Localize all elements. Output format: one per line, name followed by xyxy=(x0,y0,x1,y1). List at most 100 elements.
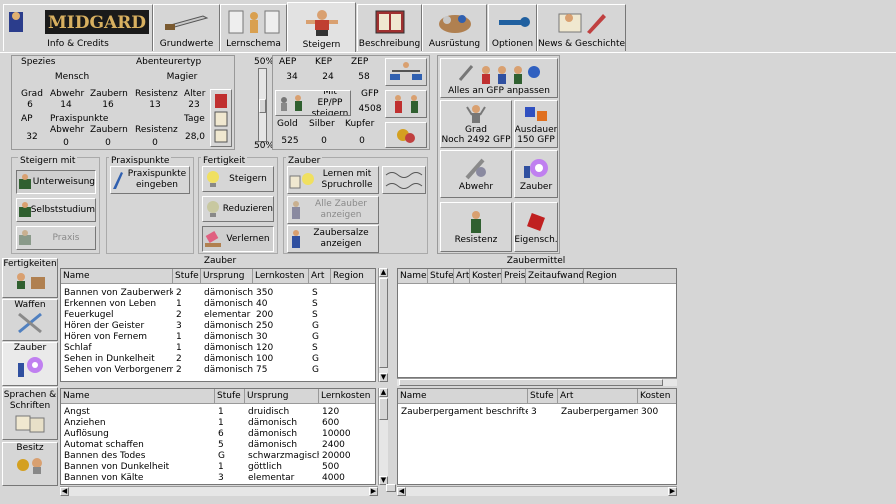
column-header[interactable]: Kosten xyxy=(638,389,676,404)
table-row[interactable]: Bannen des Todes Gschwarzmagisch 20000 xyxy=(61,451,375,462)
table-row[interactable]: Zauberpergament beschriften 3 Zauberpergam… xyxy=(398,407,676,418)
scroll-up-arrow[interactable]: ▲ xyxy=(379,388,388,397)
tab-lernschema[interactable]: Lernschema xyxy=(220,4,287,51)
slider-handle[interactable] xyxy=(259,99,266,113)
grad-button-line1: Grad xyxy=(465,125,487,135)
table-row[interactable]: Schlaf 1 dämonisch 120 S xyxy=(61,343,375,354)
abwehr-button[interactable]: Abwehr xyxy=(440,150,512,198)
column-header[interactable]: Region xyxy=(331,269,375,284)
table-row[interactable]: Sehen von Verborgenem 2 dämonisch 75 G xyxy=(61,365,375,376)
table-row[interactable]: Anziehen 1 dämonisch 600 xyxy=(61,418,375,429)
scroll-right-arrow[interactable]: ▶ xyxy=(668,487,677,496)
tab-beschreibung[interactable]: Beschreibung xyxy=(357,4,422,51)
resistenz-button[interactable]: Resistenz xyxy=(440,202,512,252)
column-header[interactable]: Ursprung xyxy=(201,269,253,284)
alles-anpassen-button[interactable]: Alles an GFP anpassen xyxy=(440,58,558,98)
alle-zauber-button[interactable]: Alle Zauber anzeigen xyxy=(287,196,379,224)
scroll-thumb[interactable] xyxy=(379,398,388,420)
column-header[interactable]: Stufe xyxy=(173,269,201,284)
sidebar-item-zauber[interactable]: Zauber xyxy=(2,342,58,386)
tab-ausruestung[interactable]: Ausrüstung xyxy=(422,4,487,51)
table-row[interactable]: Hören von Fernem 1 dämonisch 30 G xyxy=(61,332,375,343)
scroll-right-arrow[interactable]: ▶ xyxy=(369,487,378,496)
table-row[interactable]: Auflösung 6 dämonisch 10000 xyxy=(61,429,375,440)
column-header[interactable]: Name xyxy=(61,389,215,404)
sidebar-item-sprachen[interactable]: Sprachen & Schriften xyxy=(2,387,58,440)
table-row[interactable]: Bannen von Dunkelheit 1 göttlich 500 xyxy=(61,462,375,473)
unterweisung-button[interactable]: Unterweisung xyxy=(16,170,96,194)
table-row[interactable]: Bannen von Zauberwerk 2 dämonisch 350 S xyxy=(61,288,375,299)
learned-spells-table[interactable]: Name Stufe Ursprung Lernkosten Art Region Bann… xyxy=(60,268,376,382)
praxispunkte-button[interactable]: Praxispunkte eingeben xyxy=(110,166,190,194)
table-row[interactable]: Angst 1 druidisch 120 xyxy=(61,407,375,418)
column-header[interactable]: Stufe xyxy=(215,389,245,404)
crossed-weapons-icon xyxy=(18,312,42,334)
fertigkeit-verlernen-button[interactable]: Verlernen xyxy=(202,226,274,252)
available-mittel-table[interactable]: Name Stufe Art Kosten Zauberpergament beschr… xyxy=(397,388,677,485)
steigern-ep-button[interactable]: Mit EP/PP steigern xyxy=(275,90,351,116)
money-button[interactable] xyxy=(385,122,427,148)
tab-info-credits[interactable]: MIDGARD Info & Credits xyxy=(3,4,153,51)
available-spells-scrollbar[interactable]: ▲ ▼ xyxy=(378,388,388,485)
table-row[interactable]: Hören der Geister 3 dämonisch 250 G xyxy=(61,321,375,332)
column-header[interactable]: Name xyxy=(398,269,428,284)
sidebar-item-besitz[interactable]: Besitz xyxy=(2,442,58,486)
tab-optionen[interactable]: Optionen xyxy=(488,4,537,51)
column-header[interactable]: Name xyxy=(398,389,528,404)
scroll-left-arrow[interactable]: ◀ xyxy=(397,487,406,496)
column-header[interactable]: Stufe xyxy=(428,269,454,284)
table-row[interactable]: Bannen von Kälte 3 elementar 4000 xyxy=(61,473,375,484)
available-mittel-hscrollbar[interactable]: ◀ ▶ xyxy=(397,486,677,496)
learned-spells-scrollbar[interactable]: ▲ ▼ xyxy=(378,268,388,382)
learned-mittel-table[interactable]: Name Stufe Art Kosten Preis Zeitaufwand Region xyxy=(397,268,677,378)
percent-slider[interactable] xyxy=(258,68,267,142)
splitter-handle[interactable] xyxy=(386,484,396,492)
tab-grundwerte[interactable]: Grundwerte xyxy=(153,4,220,51)
column-header[interactable]: Stufe xyxy=(528,389,558,404)
praxis-button[interactable]: Praxis xyxy=(16,226,96,250)
tab-news[interactable]: News & Geschichte xyxy=(537,4,626,51)
zauber-button[interactable]: Zauber xyxy=(514,150,558,198)
table-row[interactable]: Feuerkugel 2 elementar 200 S xyxy=(61,310,375,321)
available-spells-table[interactable]: Name Stufe Ursprung Lernkosten Angst 1 druidis… xyxy=(60,388,376,485)
column-header[interactable]: Art xyxy=(309,269,331,284)
scroll-left-arrow[interactable]: ◀ xyxy=(60,487,69,496)
column-header[interactable]: Lernkosten xyxy=(253,269,309,284)
spruchrolle-toggle[interactable] xyxy=(382,166,426,194)
fertigkeit-reduzieren-button[interactable]: Reduzieren xyxy=(202,196,274,222)
available-spells-hscrollbar[interactable]: ◀ ▶ xyxy=(60,486,378,496)
learned-mittel-hscrollbar[interactable] xyxy=(397,378,677,386)
table-row[interactable]: Automat schaffen 5 dämonisch 2400 xyxy=(61,440,375,451)
dice-button[interactable] xyxy=(210,89,232,147)
grad-button[interactable]: Grad Noch 2492 GFP xyxy=(440,100,512,148)
column-header[interactable]: Kosten xyxy=(470,269,502,284)
column-header[interactable]: Lernkosten xyxy=(319,389,375,404)
zauber-section-header: Zauber xyxy=(60,256,380,268)
aep-zep-button[interactable] xyxy=(385,58,427,86)
tab-steigern[interactable]: Steigern xyxy=(287,2,356,52)
ausdauer-button[interactable]: Ausdauer 150 GFP xyxy=(514,100,558,148)
table-row[interactable]: Erkennen von Leben 1 dämonisch 40 S xyxy=(61,299,375,310)
scroll-up-arrow[interactable]: ▲ xyxy=(379,268,388,277)
column-header[interactable]: Zeitaufwand xyxy=(526,269,584,284)
scroll-thumb[interactable] xyxy=(379,278,388,368)
gfp-button[interactable] xyxy=(385,90,427,118)
scroll-thumb[interactable] xyxy=(399,379,663,386)
eigenschaften-button[interactable]: Eigensch. xyxy=(514,202,558,252)
column-header[interactable]: Region xyxy=(584,269,676,284)
zaubersalze-button[interactable]: Zaubersalze anzeigen xyxy=(287,225,379,253)
column-header[interactable]: Ursprung xyxy=(245,389,319,404)
scroll-down-arrow[interactable]: ▼ xyxy=(379,373,388,382)
table-row[interactable]: Sehen in Dunkelheit 2 dämonisch 100 G xyxy=(61,354,375,365)
eraser-icon xyxy=(205,231,221,247)
fertigkeit-steigern-button[interactable]: Steigern xyxy=(202,166,274,192)
sidebar-item-waffen[interactable]: Waffen xyxy=(2,299,58,341)
selbststudium-button[interactable]: Selbststudium xyxy=(16,198,96,222)
column-header[interactable]: Name xyxy=(61,269,173,284)
table-cell: dämonisch xyxy=(204,343,253,353)
column-header[interactable]: Preis xyxy=(502,269,526,284)
sidebar-item-fertigkeiten[interactable]: Fertigkeiten xyxy=(2,258,58,298)
column-header[interactable]: Art xyxy=(454,269,470,284)
column-header[interactable]: Art xyxy=(558,389,638,404)
lernen-spruchrolle-button[interactable]: Lernen mit Spruchrolle xyxy=(287,166,379,194)
